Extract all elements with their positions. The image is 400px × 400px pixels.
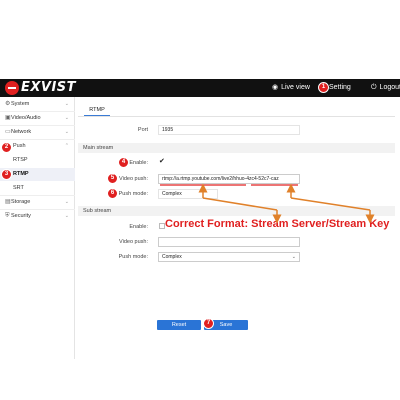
brand-logo: EXVIST <box>5 80 77 96</box>
tab-rtmp[interactable]: RTMP <box>84 104 110 116</box>
sidebar: ⚙ System ⌄ ▣ Video/Audio ⌄ ▭ Network ⌄ P… <box>0 97 75 359</box>
sidebar-item-video-audio[interactable]: ▣ Video/Audio ⌄ <box>0 112 75 125</box>
setting-label: Setting <box>329 84 351 91</box>
push-mode-select[interactable]: Complex <box>158 189 218 199</box>
chevron-down-icon: ⌄ <box>64 199 69 205</box>
logo-text: EXVIST <box>21 80 77 95</box>
system-icon: ⚙ <box>5 101 11 107</box>
sub-push-mode-label: Push mode: <box>118 254 148 260</box>
port-label: Port <box>137 127 148 133</box>
live-view-label: Live view <box>281 84 310 91</box>
tab-divider <box>78 116 395 117</box>
reset-button[interactable]: Reset <box>157 320 201 330</box>
sidebar-item-system[interactable]: ⚙ System ⌄ <box>0 98 75 111</box>
sub-video-push-label: Video push: <box>119 239 148 245</box>
sidebar-item-srt[interactable]: SRT <box>0 182 75 195</box>
chevron-down-icon: ⌄ <box>64 213 69 219</box>
sub-stream-section-title: Sub stream <box>78 206 395 216</box>
logout-icon: ⏻ <box>371 84 377 91</box>
live-view-link[interactable]: ◉ Live view <box>272 79 310 97</box>
chevron-down-icon: ⌄ <box>64 129 69 135</box>
sidebar-item-label: Push <box>13 143 26 149</box>
chevron-up-icon: ⌃ <box>64 143 69 149</box>
port-field[interactable]: 1935 <box>158 125 300 135</box>
video-icon: ▣ <box>5 115 11 121</box>
sidebar-item-rtsp[interactable]: RTSP <box>0 154 75 167</box>
shield-icon: ⛨ <box>5 213 10 219</box>
app-window: EXVIST ◉ Live view Setting ⏻ Logout 1 ⚙ … <box>0 0 400 400</box>
sidebar-item-label: SRT <box>13 185 24 191</box>
chevron-down-icon: ⌄ <box>291 254 296 260</box>
network-icon: ▭ <box>5 129 11 135</box>
sidebar-item-label: System <box>11 101 30 107</box>
step-badge-6: 6 <box>107 188 118 199</box>
step-badge-1: 1 <box>318 82 329 93</box>
step-badge-2: 2 <box>1 142 12 153</box>
sub-push-mode-value: Complex <box>162 254 182 260</box>
chevron-down-icon: ⌄ <box>64 115 69 121</box>
chevron-down-icon: ⌄ <box>64 101 69 107</box>
sidebar-item-storage[interactable]: ▤ Storage ⌄ <box>0 196 75 209</box>
sidebar-item-label: RTSP <box>13 157 28 163</box>
step-badge-4: 4 <box>118 157 129 168</box>
storage-icon: ▤ <box>5 199 11 205</box>
top-nav-bar: EXVIST ◉ Live view Setting ⏻ Logout <box>0 79 400 97</box>
sub-push-mode-select[interactable]: Complex ⌄ <box>158 252 300 262</box>
video-push-input[interactable]: rtmp://a.rtmp.youtube.com/live2/hhuo-4zc… <box>158 174 300 184</box>
logout-link[interactable]: ⏻ Logout <box>371 79 400 97</box>
setting-link[interactable]: Setting <box>329 79 351 97</box>
step-badge-7: 7 <box>203 318 214 329</box>
sidebar-item-security[interactable]: ⛨ Security ⌄ <box>0 210 75 223</box>
sidebar-item-label: Network <box>11 129 32 135</box>
sidebar-item-label: Storage <box>11 199 31 205</box>
sub-enable-label: Enable: <box>129 224 148 230</box>
step-badge-3: 3 <box>1 169 12 180</box>
enable-label: Enable: <box>129 160 148 166</box>
eye-icon: ◉ <box>272 84 279 91</box>
enable-checkbox[interactable]: ✔ <box>159 157 165 165</box>
sidebar-item-label: Video/Audio <box>11 115 41 121</box>
sidebar-item-label: Security <box>11 213 31 219</box>
step-badge-5: 5 <box>107 173 118 184</box>
main-stream-section-title: Main stream <box>78 143 395 153</box>
sub-video-push-input[interactable] <box>158 237 300 247</box>
sidebar-item-label: RTMP <box>13 171 29 177</box>
logo-mark-icon <box>5 81 19 95</box>
format-annotation: Correct Format: Stream Server/Stream Key <box>165 218 390 230</box>
logout-label: Logout <box>379 84 400 91</box>
sidebar-item-network[interactable]: ▭ Network ⌄ <box>0 126 75 139</box>
